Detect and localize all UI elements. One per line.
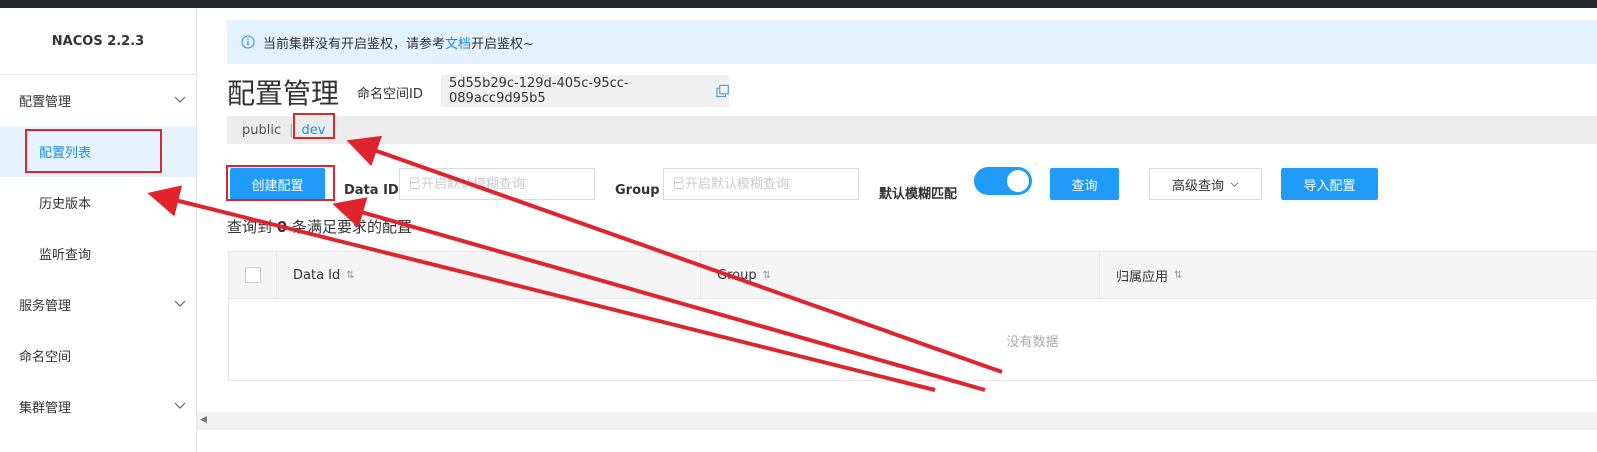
- namespace-id-label: 命名空间ID: [357, 87, 423, 102]
- scroll-left-icon[interactable]: ◀: [200, 415, 207, 425]
- sidebar-item-label: 服务管理: [19, 299, 72, 314]
- namespace-tabs: public | dev: [227, 116, 1597, 144]
- chevron-down-icon: [174, 402, 186, 409]
- import-config-button[interactable]: 导入配置: [1281, 168, 1378, 200]
- column-header-app[interactable]: 归属应用 ⇅: [1100, 252, 1596, 299]
- group-label: Group: [615, 183, 660, 198]
- sort-icon[interactable]: ⇅: [763, 270, 771, 281]
- sidebar-item-label: 配置管理: [19, 95, 72, 110]
- copy-icon[interactable]: [716, 84, 729, 98]
- select-all-checkbox[interactable]: [245, 267, 261, 283]
- chevron-down-icon: [174, 96, 186, 103]
- chevron-down-icon: [174, 300, 186, 307]
- namespace-id-box: 5d55b29c-129d-405c-95cc-089acc9d95b5: [441, 75, 729, 107]
- column-header-data-id[interactable]: Data Id ⇅: [277, 252, 701, 299]
- config-table: Data Id ⇅ Group ⇅ 归属应用 ⇅ 没有数据: [228, 251, 1597, 381]
- sidebar-item-config-management[interactable]: 配置管理: [0, 75, 196, 126]
- docs-link[interactable]: 文档: [445, 33, 471, 52]
- empty-state: 没有数据: [1006, 335, 1059, 350]
- namespace-id-value: 5d55b29c-129d-405c-95cc-089acc9d95b5: [449, 76, 629, 106]
- sidebar-item-namespace[interactable]: 命名空间: [0, 330, 196, 381]
- result-count: 0: [276, 218, 288, 236]
- sidebar-item-label: 历史版本: [39, 197, 92, 212]
- result-suffix: 条满足要求的配置: [292, 218, 413, 236]
- top-bar: [0, 0, 1597, 8]
- sidebar-item-label: 集群管理: [19, 401, 72, 416]
- auth-notice: 当前集群没有开启鉴权，请参考 文档 开启鉴权~: [227, 20, 1597, 64]
- advanced-query-label: 高级查询: [1171, 178, 1224, 194]
- sidebar-item-cluster-management[interactable]: 集群管理: [0, 381, 196, 432]
- fuzzy-match-label: 默认模糊匹配: [879, 187, 958, 202]
- sidebar-item-listener-query[interactable]: 监听查询: [0, 228, 196, 279]
- annotation-box-dev-tab: [293, 113, 335, 139]
- annotation-box-config-list: [25, 129, 162, 173]
- sidebar-item-label: 监听查询: [39, 248, 92, 263]
- sidebar-item-history[interactable]: 历史版本: [0, 177, 196, 228]
- notice-text-before: 当前集群没有开启鉴权，请参考: [263, 36, 446, 52]
- annotation-box-create-button: [226, 165, 335, 201]
- column-label: Data Id: [293, 268, 341, 283]
- sidebar-item-label: 命名空间: [19, 350, 72, 365]
- fuzzy-match-toggle[interactable]: [974, 167, 1032, 195]
- data-id-input[interactable]: [399, 168, 595, 200]
- app-logo: NACOS 2.2.3: [0, 8, 196, 75]
- group-input[interactable]: [663, 168, 859, 200]
- sort-icon[interactable]: ⇅: [346, 270, 354, 281]
- advanced-query-dropdown[interactable]: 高级查询: [1149, 168, 1262, 200]
- sidebar-item-service-management[interactable]: 服务管理: [0, 279, 196, 330]
- query-button[interactable]: 查询: [1050, 168, 1119, 200]
- result-prefix: 查询到: [227, 218, 273, 236]
- result-summary: 查询到 0 条满足要求的配置: [227, 216, 412, 237]
- column-header-group[interactable]: Group ⇅: [701, 252, 1100, 299]
- sidebar: NACOS 2.2.3 配置管理 配置列表 历史版本 监听查询 服务管理 命名空…: [0, 8, 197, 452]
- horizontal-scrollbar[interactable]: ◀: [197, 412, 1597, 430]
- notice-text-after: 开启鉴权~: [471, 36, 534, 52]
- data-id-label: Data ID: [344, 183, 399, 198]
- main-content: 当前集群没有开启鉴权，请参考 文档 开启鉴权~ 配置管理 命名空间ID 5d55b2…: [197, 8, 1597, 452]
- page-title: 配置管理: [227, 77, 340, 110]
- chevron-down-icon: [1230, 181, 1239, 187]
- table-header: Data Id ⇅ Group ⇅ 归属应用 ⇅: [229, 252, 1596, 299]
- info-icon: [241, 35, 255, 49]
- sort-icon[interactable]: ⇅: [1174, 270, 1182, 281]
- column-label: 归属应用: [1116, 270, 1169, 285]
- column-label: Group: [717, 268, 757, 283]
- namespace-tab-public[interactable]: public: [227, 123, 281, 138]
- select-all-cell: [229, 252, 277, 299]
- toggle-knob: [1007, 170, 1029, 192]
